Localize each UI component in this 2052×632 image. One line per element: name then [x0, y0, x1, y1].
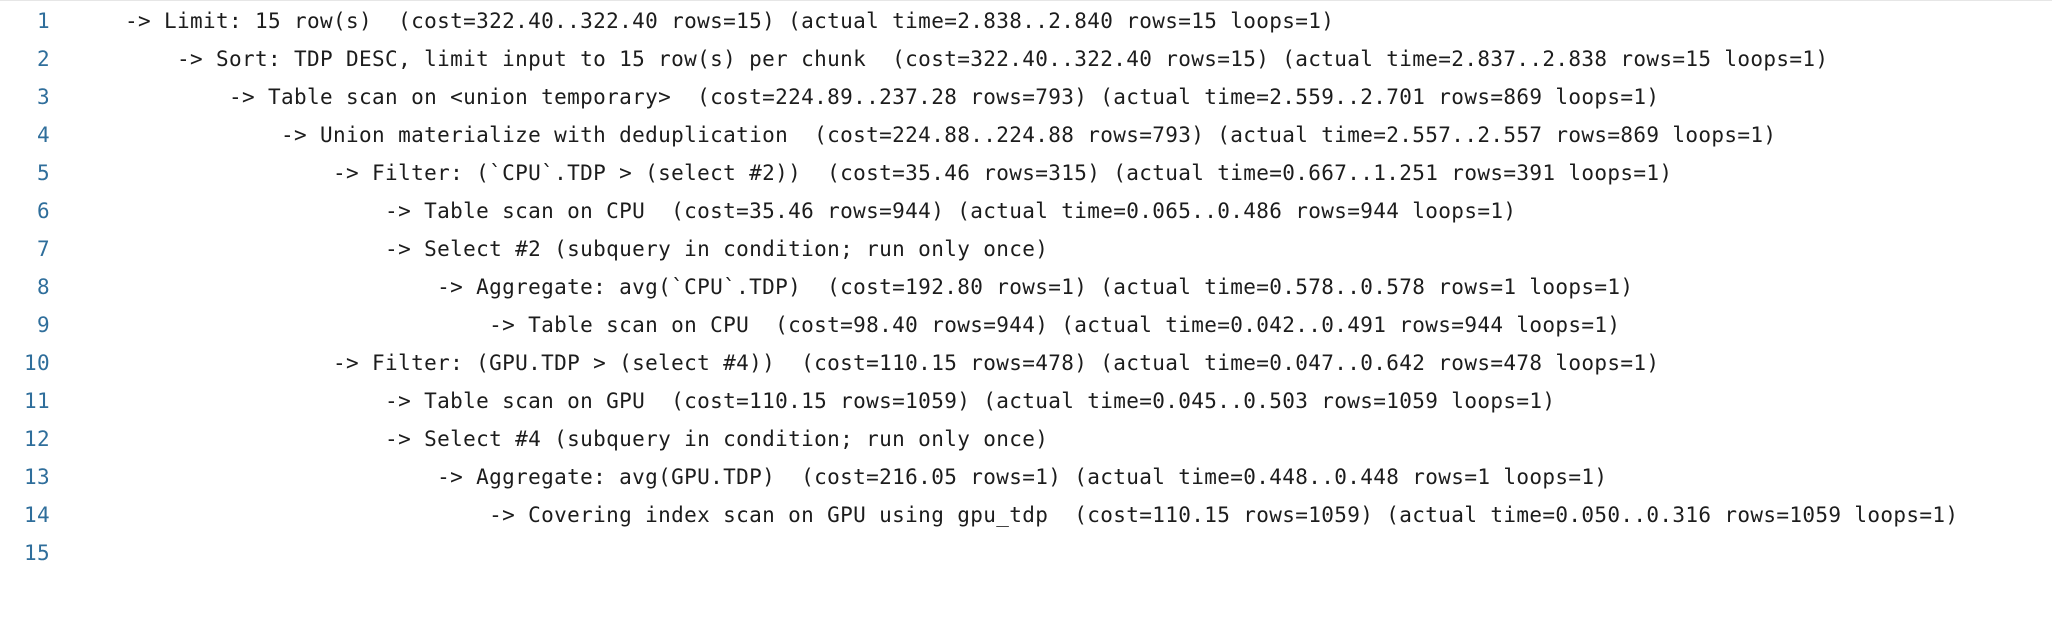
- code-text[interactable]: -> Select #4 (subquery in condition; run…: [125, 420, 1048, 458]
- line-number: 6: [36, 199, 50, 223]
- editor-line[interactable]: 6 -> Table scan on CPU (cost=35.46 rows=…: [0, 192, 2052, 230]
- code-text[interactable]: -> Aggregate: avg(GPU.TDP) (cost=216.05 …: [125, 458, 1607, 496]
- code-text[interactable]: -> Filter: (GPU.TDP > (select #4)) (cost…: [125, 344, 1659, 382]
- editor-top-border: [0, 0, 2052, 1]
- code-text[interactable]: -> Table scan on CPU (cost=35.46 rows=94…: [125, 192, 1516, 230]
- code-text[interactable]: -> Table scan on CPU (cost=98.40 rows=94…: [125, 306, 1620, 344]
- editor-line[interactable]: 3 -> Table scan on <union temporary> (co…: [0, 78, 2052, 116]
- editor-line[interactable]: 2 -> Sort: TDP DESC, limit input to 15 r…: [0, 40, 2052, 78]
- code-text[interactable]: -> Select #2 (subquery in condition; run…: [125, 230, 1048, 268]
- code-text[interactable]: -> Aggregate: avg(`CPU`.TDP) (cost=192.8…: [125, 268, 1633, 306]
- line-number: 2: [36, 47, 50, 71]
- editor-line[interactable]: 8 -> Aggregate: avg(`CPU`.TDP) (cost=192…: [0, 268, 2052, 306]
- line-number: 9: [36, 313, 50, 337]
- editor-line[interactable]: 15: [0, 534, 2052, 572]
- editor-line[interactable]: 14 -> Covering index scan on GPU using g…: [0, 496, 2052, 534]
- editor-line[interactable]: 5 -> Filter: (`CPU`.TDP > (select #2)) (…: [0, 154, 2052, 192]
- editor-line[interactable]: 12 -> Select #4 (subquery in condition; …: [0, 420, 2052, 458]
- line-number: 15: [23, 541, 50, 565]
- editor-line[interactable]: 4 -> Union materialize with deduplicatio…: [0, 116, 2052, 154]
- line-number: 5: [36, 161, 50, 185]
- line-number: 14: [23, 503, 50, 527]
- line-number: 13: [23, 465, 50, 489]
- code-text[interactable]: -> Union materialize with deduplication …: [125, 116, 1776, 154]
- line-number: 4: [36, 123, 50, 147]
- line-number: 3: [36, 85, 50, 109]
- code-text[interactable]: -> Covering index scan on GPU using gpu_…: [125, 496, 1958, 534]
- editor-line[interactable]: 9 -> Table scan on CPU (cost=98.40 rows=…: [0, 306, 2052, 344]
- code-editor[interactable]: 1 -> Limit: 15 row(s) (cost=322.40..322.…: [0, 2, 2052, 572]
- code-text[interactable]: -> Filter: (`CPU`.TDP > (select #2)) (co…: [125, 154, 1672, 192]
- code-text[interactable]: -> Sort: TDP DESC, limit input to 15 row…: [125, 40, 1828, 78]
- editor-line[interactable]: 13 -> Aggregate: avg(GPU.TDP) (cost=216.…: [0, 458, 2052, 496]
- line-number: 11: [23, 389, 50, 413]
- line-number: 1: [36, 9, 50, 33]
- editor-line[interactable]: 10 -> Filter: (GPU.TDP > (select #4)) (c…: [0, 344, 2052, 382]
- code-text[interactable]: -> Limit: 15 row(s) (cost=322.40..322.40…: [125, 2, 1334, 40]
- line-number: 8: [36, 275, 50, 299]
- editor-line[interactable]: 11 -> Table scan on GPU (cost=110.15 row…: [0, 382, 2052, 420]
- line-number: 7: [36, 237, 50, 261]
- editor-line[interactable]: 7 -> Select #2 (subquery in condition; r…: [0, 230, 2052, 268]
- code-text[interactable]: -> Table scan on <union temporary> (cost…: [125, 78, 1659, 116]
- code-text[interactable]: -> Table scan on GPU (cost=110.15 rows=1…: [125, 382, 1555, 420]
- editor-line[interactable]: 1 -> Limit: 15 row(s) (cost=322.40..322.…: [0, 2, 2052, 40]
- line-number: 10: [23, 351, 50, 375]
- line-number: 12: [23, 427, 50, 451]
